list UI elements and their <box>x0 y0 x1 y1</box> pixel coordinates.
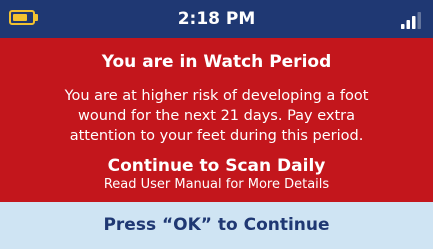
signal-strength-icon <box>401 12 421 29</box>
signal-bar <box>412 16 416 29</box>
ok-continue-prompt[interactable]: Press “OK” to Continue <box>0 202 433 249</box>
alert-action-heading: Continue to Scan Daily <box>107 156 326 176</box>
signal-bar <box>417 12 421 29</box>
status-time: 2:18 PM <box>177 9 256 29</box>
signal-bar <box>401 24 405 29</box>
alert-message-line: attention to your feet during this perio… <box>69 128 364 144</box>
signal-bar <box>406 20 410 29</box>
alert-manual-note: Read User Manual for More Details <box>103 177 330 192</box>
watch-period-alert: You are in Watch Period You are at highe… <box>0 38 433 202</box>
alert-title: You are in Watch Period <box>101 52 332 72</box>
status-bar: 2:18 PM <box>0 0 433 38</box>
alert-message-line: wound for the next 21 days. Pay extra <box>77 108 356 124</box>
alert-message: You are at higher risk of developing a f… <box>24 86 409 146</box>
device-screen: 2:18 PM You are in Watch Period You are … <box>0 0 433 249</box>
alert-message-line: You are at higher risk of developing a f… <box>64 88 369 104</box>
